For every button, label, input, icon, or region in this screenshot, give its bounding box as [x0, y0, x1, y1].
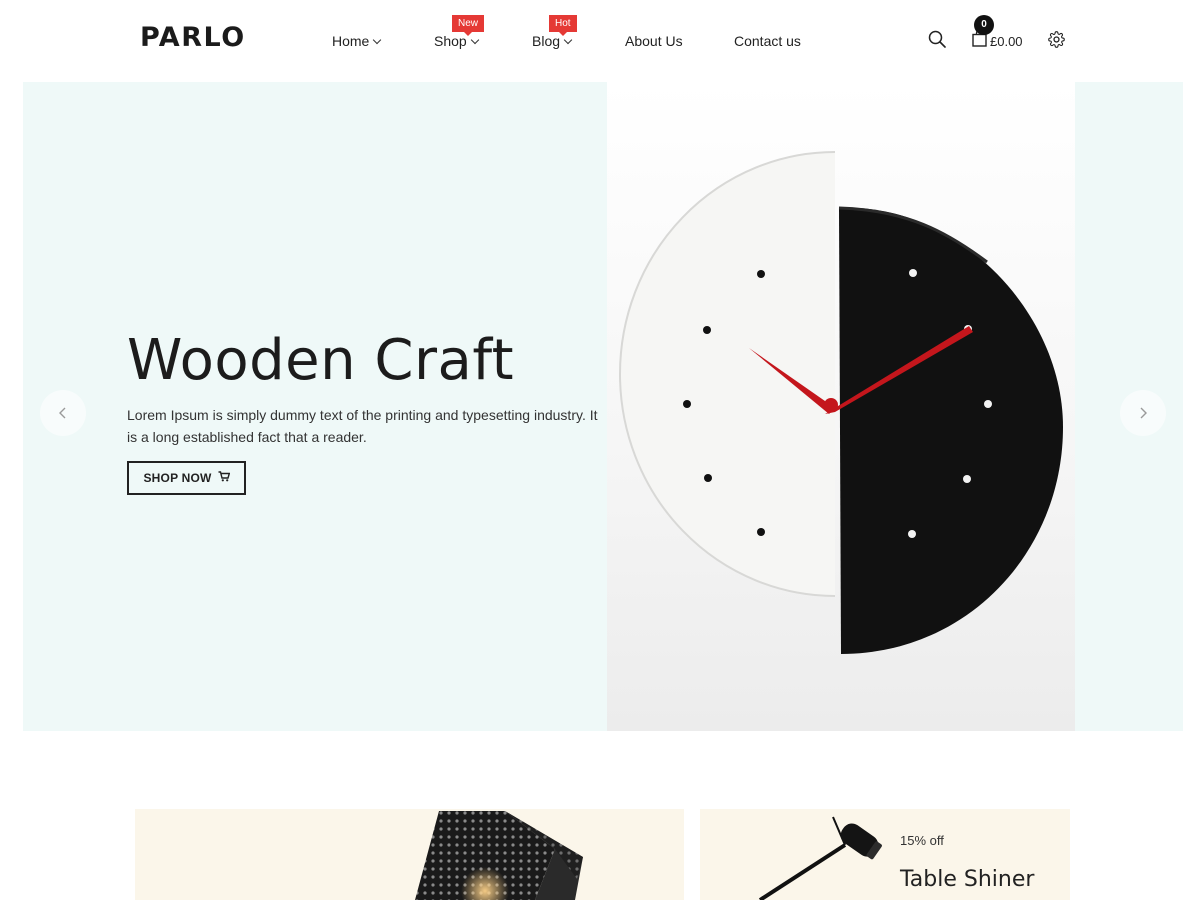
perforated-lamp-image	[405, 809, 595, 900]
hero-title: Wooden Craft	[127, 328, 515, 393]
hero-description: Lorem Ipsum is simply dummy text of the …	[127, 407, 598, 445]
chevron-right-icon	[1140, 407, 1147, 419]
promo-banner-left[interactable]	[135, 809, 684, 900]
search-icon[interactable]	[928, 30, 946, 53]
cart-count-badge: 0	[974, 15, 994, 35]
nav-badge-hot: Hot	[549, 15, 577, 36]
nav-item-label: Shop	[434, 33, 467, 49]
nav-item-shop[interactable]: Shop	[434, 33, 479, 49]
logo[interactable]: PARLO	[140, 22, 246, 53]
hero-slider: Wooden Craft Lorem Ipsum is simply dummy…	[23, 82, 1183, 731]
chevron-down-icon	[470, 35, 479, 45]
site-header: PARLO Home New Shop Hot Blog About Us Co…	[0, 0, 1200, 82]
gear-icon[interactable]	[1048, 31, 1065, 53]
nav-badge-new: New	[452, 15, 485, 36]
desk-lamp-image	[755, 809, 895, 900]
nav-item-label: Blog	[532, 33, 561, 49]
nav-item-contact[interactable]: Contact us	[734, 33, 801, 49]
slider-prev-button[interactable]	[40, 390, 86, 436]
nav-item-about[interactable]: About Us	[625, 33, 683, 49]
cart-total[interactable]: £0.00	[990, 34, 1023, 49]
chevron-left-icon	[59, 407, 66, 419]
cart-icon	[218, 471, 230, 485]
hero-clock-image	[607, 82, 1075, 731]
chevron-down-icon	[373, 35, 382, 45]
promo-banner-right[interactable]: 15% off Table Shiner	[700, 809, 1070, 900]
nav-item-home[interactable]: Home	[332, 33, 382, 49]
shop-now-label: SHOP NOW	[143, 471, 212, 485]
slider-next-button[interactable]	[1120, 390, 1166, 436]
chevron-down-icon	[563, 35, 573, 45]
nav-item-label: Home	[332, 33, 370, 49]
shop-now-button[interactable]: SHOP NOW	[127, 461, 246, 495]
promo-discount: 15% off	[900, 833, 944, 848]
nav-item-blog[interactable]: Blog	[532, 33, 573, 49]
promo-title: Table Shiner	[900, 867, 1035, 892]
